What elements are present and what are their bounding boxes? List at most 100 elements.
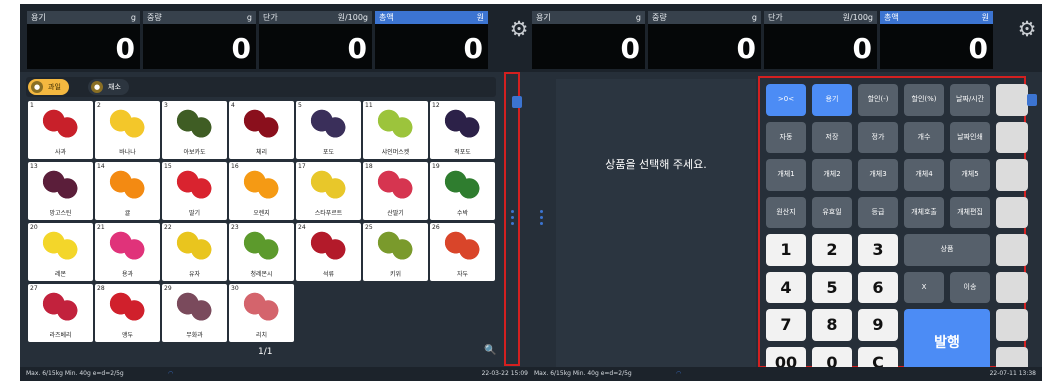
transfer-button[interactable]: 이송 (950, 271, 990, 303)
panel-handle-icon[interactable] (1027, 94, 1037, 106)
key-3[interactable]: 3 (858, 234, 898, 266)
blank-side-key[interactable] (996, 196, 1028, 228)
key-6[interactable]: 6 (858, 271, 898, 303)
product-tile[interactable]: 17 스타푸르트 (296, 162, 361, 220)
discount-amount-button[interactable]: 할인(-) (858, 84, 898, 116)
product-image (440, 107, 485, 141)
blank-side-key[interactable] (996, 84, 1028, 116)
magnifier-icon[interactable]: 🔍 (484, 345, 496, 356)
discount-percent-button[interactable]: 할인(%) (904, 84, 944, 116)
key-5[interactable]: 5 (812, 271, 852, 303)
product-tile[interactable]: 16 오렌지 (229, 162, 294, 220)
entity5-button[interactable]: 개체5 (950, 159, 990, 191)
product-tile[interactable]: 26 자두 (430, 223, 495, 281)
zero-button[interactable]: >0< (766, 84, 806, 116)
origin-button[interactable]: 원산지 (766, 196, 806, 228)
unit-price-unit: 원/100g (842, 13, 873, 22)
unit-price-value: 0 (852, 32, 872, 65)
product-tile[interactable]: 12 적포도 (430, 101, 495, 159)
weight-label: 중량 (147, 13, 162, 22)
weight-unit: g (751, 13, 757, 22)
product-name: 레몬 (54, 271, 67, 278)
product-tile[interactable]: 23 청레몬시 (229, 223, 294, 281)
product-image (440, 229, 485, 263)
product-tile[interactable]: 11 샤인머스켓 (363, 101, 428, 159)
product-tile[interactable]: 24 석류 (296, 223, 361, 281)
product-tile[interactable]: 22 유자 (162, 223, 227, 281)
blank-side-key[interactable] (996, 271, 1028, 303)
product-tile[interactable]: 4 체리 (229, 101, 294, 159)
total-value: 0 (968, 32, 988, 65)
key-4[interactable]: 4 (766, 271, 806, 303)
key-2[interactable]: 2 (812, 234, 852, 266)
product-name: 적포도 (454, 149, 471, 156)
auto-button[interactable]: 자동 (766, 121, 806, 153)
product-button[interactable]: 상품 (904, 234, 990, 266)
entity-call-button[interactable]: 개체호출 (904, 196, 944, 228)
product-tile[interactable]: 3 아보카도 (162, 101, 227, 159)
grade-button[interactable]: 등급 (858, 196, 898, 228)
vegetable-icon: ● (91, 81, 103, 93)
expiry-button[interactable]: 유효일 (812, 196, 852, 228)
product-tile[interactable]: 27 라즈베리 (28, 284, 93, 342)
product-tile[interactable]: 19 수박 (430, 162, 495, 220)
product-number: 4 (231, 102, 235, 109)
product-tile[interactable]: 1 사과 (28, 101, 93, 159)
product-number: 17 (298, 163, 306, 170)
key-7[interactable]: 7 (766, 309, 806, 341)
blank-side-key[interactable] (996, 234, 1028, 266)
key-9[interactable]: 9 (858, 309, 898, 341)
product-tile[interactable]: 25 키위 (363, 223, 428, 281)
product-name: 포도 (322, 149, 335, 156)
product-tile[interactable]: 14 귤 (95, 162, 160, 220)
entity1-button[interactable]: 개체1 (766, 159, 806, 191)
entity3-button[interactable]: 개체3 (858, 159, 898, 191)
product-image (105, 229, 150, 263)
drag-handle-icon[interactable] (540, 210, 544, 228)
datetime-button[interactable]: 날짜/시간 (950, 84, 990, 116)
product-tile[interactable]: 5 포도 (296, 101, 361, 159)
product-tile[interactable]: 2 바나나 (95, 101, 160, 159)
product-number: 26 (432, 224, 440, 231)
wifi-icon: ◠ (676, 370, 682, 377)
entity4-button[interactable]: 개체4 (904, 159, 944, 191)
tab-fruit[interactable]: ● 과일 (28, 79, 69, 95)
panel-handle-icon[interactable] (512, 96, 522, 108)
product-tile[interactable]: 15 딸기 (162, 162, 227, 220)
blank-side-key[interactable] (996, 309, 1028, 341)
tab-vegetable[interactable]: ● 채소 (88, 79, 129, 95)
tare-value: 0 (620, 32, 640, 65)
product-tile[interactable]: 28 앵두 (95, 284, 160, 342)
drag-handle-icon[interactable] (511, 210, 515, 228)
product-number: 2 (97, 102, 101, 109)
product-tile[interactable]: 21 용과 (95, 223, 160, 281)
product-number: 1 (30, 102, 34, 109)
unit-price-label: 단가 (768, 13, 783, 22)
product-tile[interactable]: 13 망고스틴 (28, 162, 93, 220)
entity-edit-button[interactable]: 개체편집 (950, 196, 990, 228)
gear-icon[interactable]: ⚙ (1016, 18, 1038, 40)
save-button[interactable]: 저장 (812, 121, 852, 153)
total-unit: 원 (476, 13, 484, 22)
tare-button[interactable]: 용기 (812, 84, 852, 116)
entity2-button[interactable]: 개체2 (812, 159, 852, 191)
count-button[interactable]: 개수 (904, 121, 944, 153)
product-tile[interactable]: 29 무화과 (162, 284, 227, 342)
total-unit: 원 (981, 13, 989, 22)
product-tile[interactable]: 18 산딸기 (363, 162, 428, 220)
product-tile[interactable]: 20 레몬 (28, 223, 93, 281)
message-panel: 상품을 선택해 주세요. (556, 79, 756, 369)
blank-side-key[interactable] (996, 159, 1028, 191)
product-image (38, 168, 83, 202)
key-8[interactable]: 8 (812, 309, 852, 341)
status-footer: Max. 6/15kg Min. 40g e=d=2/5g ◠ 22-03-22… (20, 367, 534, 381)
product-number: 14 (97, 163, 105, 170)
gear-icon[interactable]: ⚙ (508, 18, 530, 40)
product-name: 아보카도 (183, 149, 206, 156)
blank-side-key[interactable] (996, 121, 1028, 153)
clear-x-button[interactable]: X (904, 271, 944, 303)
key-1[interactable]: 1 (766, 234, 806, 266)
product-tile[interactable]: 30 리치 (229, 284, 294, 342)
date-print-button[interactable]: 날짜인쇄 (950, 121, 990, 153)
fixed-price-button[interactable]: 정가 (858, 121, 898, 153)
